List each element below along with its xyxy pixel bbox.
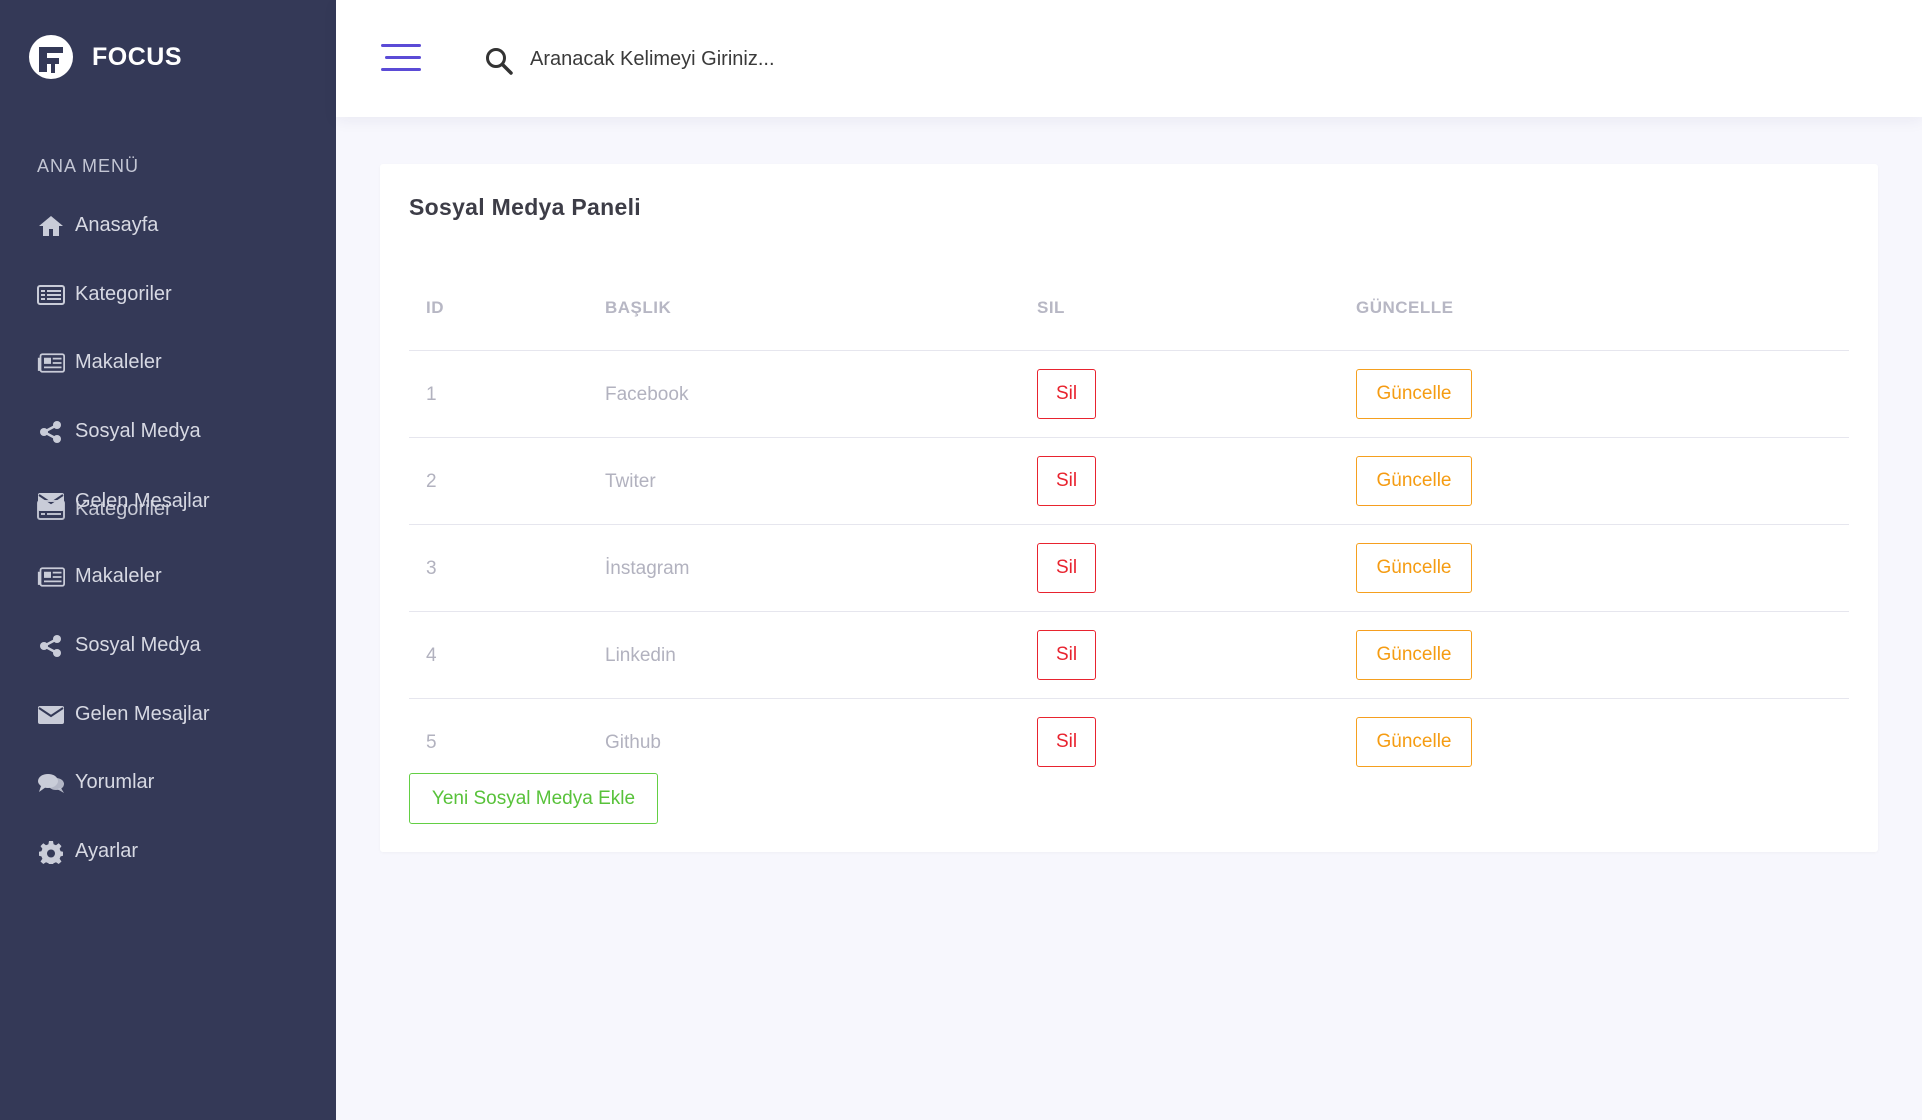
top-header [336,0,1922,117]
focus-logo-icon [29,35,73,79]
newspaper-icon [37,566,65,588]
row-title: İnstagram [605,558,690,579]
share-icon [37,420,65,443]
sidebar: FOCUS ANA MENÜ Anasayfa Kategoriler Maka… [0,0,336,1120]
table-row: 1 Facebook Sil Güncelle [409,351,1849,438]
row-title: Facebook [605,384,689,405]
column-header-title: BAŞLIK [605,298,672,317]
panel-title: Sosyal Medya Paneli [409,194,641,220]
sidebar-item-label: Makaleler [75,565,162,587]
delete-button[interactable]: Sil [1037,369,1096,419]
sidebar-item-makaleler[interactable]: Makaleler [37,351,162,374]
search-input[interactable] [528,38,952,80]
sidebar-item-label: Kategoriler [75,498,172,520]
sidebar-item-kategoriler-overlap[interactable]: Kategoriler [37,498,172,521]
sidebar-item-label: Gelen Mesajlar [75,703,210,725]
gear-icon [37,840,65,864]
sidebar-item-sosyal-medya-2[interactable]: Sosyal Medya [37,634,201,657]
sidebar-item-label: Sosyal Medya [75,420,201,442]
delete-button[interactable]: Sil [1037,543,1096,593]
sidebar-item-kategoriler[interactable]: Kategoriler [37,283,172,306]
column-header-id: ID [426,298,444,317]
home-icon [37,215,65,237]
row-id: 5 [426,732,437,753]
add-social-media-button[interactable]: Yeni Sosyal Medya Ekle [409,773,658,824]
table-row: 2 Twiter Sil Güncelle [409,438,1849,525]
list-icon [37,499,65,521]
delete-button[interactable]: Sil [1037,456,1096,506]
table-row: 4 Linkedin Sil Güncelle [409,612,1849,699]
row-id: 2 [426,471,437,492]
brand-name: FOCUS [92,42,182,71]
sidebar-item-makaleler-2[interactable]: Makaleler [37,565,162,588]
update-button[interactable]: Güncelle [1356,630,1472,680]
column-header-delete: SIL [1037,298,1065,317]
envelope-icon [37,704,65,726]
sidebar-item-label: Sosyal Medya [75,634,201,656]
sidebar-item-sosyal-medya[interactable]: Sosyal Medya [37,420,201,443]
row-title: Linkedin [605,645,676,666]
row-id: 3 [426,558,437,579]
sidebar-item-anasayfa[interactable]: Anasayfa [37,214,158,237]
delete-button[interactable]: Sil [1037,630,1096,680]
sidebar-item-gelen-mesajlar-2[interactable]: Gelen Mesajlar [37,703,210,726]
sidebar-item-label: Ayarlar [75,840,138,862]
update-button[interactable]: Güncelle [1356,717,1472,767]
row-id: 1 [426,384,437,405]
list-icon [37,284,65,306]
social-media-panel-card: Sosyal Medya Paneli ID BAŞLIK SIL GÜNCEL… [380,164,1878,852]
table-header: ID BAŞLIK SIL GÜNCELLE [409,268,1849,351]
sidebar-item-ayarlar[interactable]: Ayarlar [37,840,138,864]
delete-button[interactable]: Sil [1037,717,1096,767]
update-button[interactable]: Güncelle [1356,543,1472,593]
hamburger-menu-icon[interactable] [381,44,421,76]
sidebar-item-yorumlar[interactable]: Yorumlar [37,771,154,794]
sidebar-item-label: Anasayfa [75,214,159,236]
update-button[interactable]: Güncelle [1356,456,1472,506]
row-title: Github [605,732,661,753]
search-icon[interactable] [484,46,514,76]
newspaper-icon [37,352,65,374]
update-button[interactable]: Güncelle [1356,369,1472,419]
social-media-table: ID BAŞLIK SIL GÜNCELLE 1 Facebook Sil Gü… [409,268,1849,785]
comments-icon [37,772,65,794]
menu-section-title: ANA MENÜ [37,156,140,176]
row-title: Twiter [605,471,656,492]
column-header-update: GÜNCELLE [1356,298,1454,317]
table-row: 3 İnstagram Sil Güncelle [409,525,1849,612]
sidebar-item-label: Makaleler [75,351,162,373]
brand[interactable]: FOCUS [28,34,182,80]
sidebar-item-label: Kategoriler [75,283,172,305]
share-icon [37,634,65,657]
row-id: 4 [426,645,437,666]
sidebar-item-label: Yorumlar [75,771,155,793]
